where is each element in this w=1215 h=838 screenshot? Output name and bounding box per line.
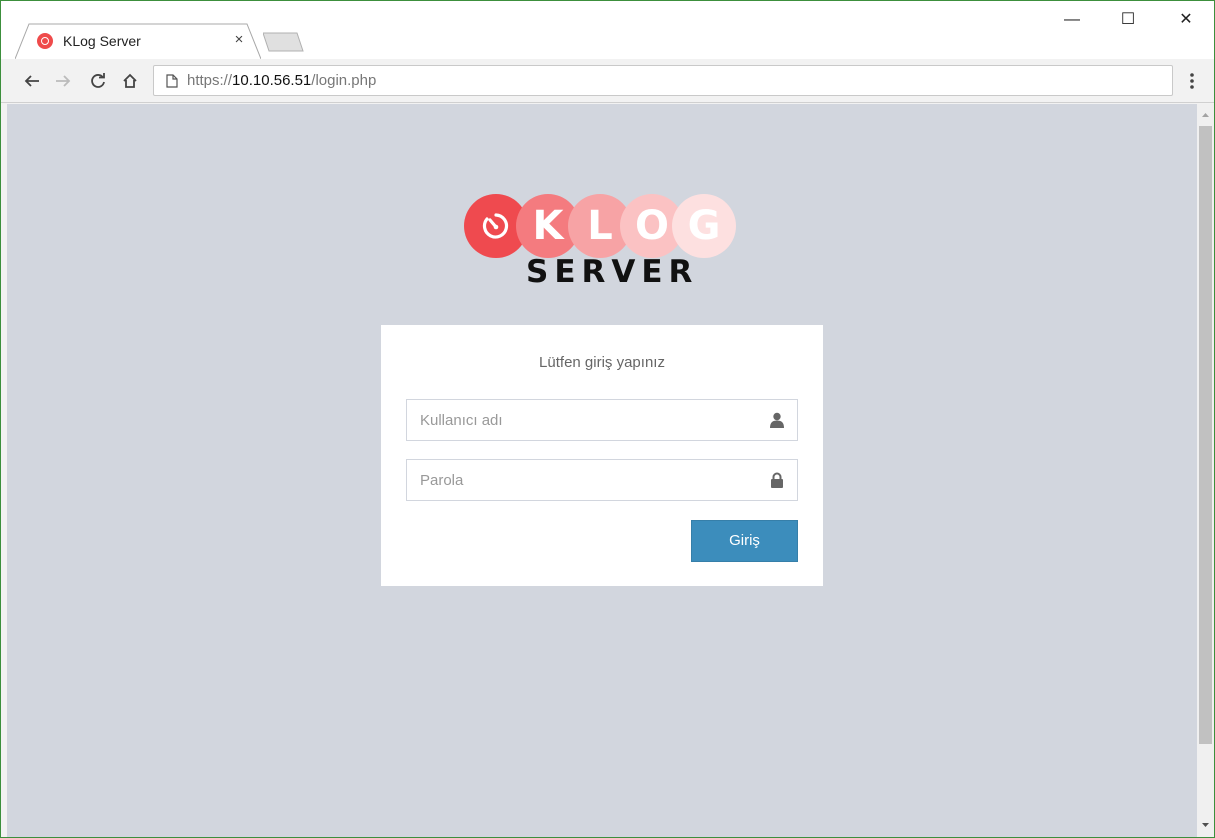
tab-klog-server[interactable]: KLog Server × [15,23,261,59]
forward-arrow-icon [56,75,71,87]
maximize-button[interactable]: ☐ [1113,9,1143,33]
klog-favicon-icon [37,33,53,49]
back-arrow-icon [24,75,39,87]
klog-server-logo: K L O G SERVER [464,194,744,294]
logo-subtitle: SERVER [526,254,699,290]
scroll-down-arrow-icon[interactable] [1201,820,1210,829]
reload-button[interactable] [87,70,109,92]
user-icon [770,412,784,428]
page-info-icon [166,74,178,88]
forward-button[interactable] [52,70,74,92]
close-window-button[interactable]: ✕ [1171,9,1201,33]
home-button[interactable] [119,70,141,92]
login-box: Lütfen giriş yapınız Giriş [381,325,823,586]
password-input[interactable] [407,460,757,500]
back-button[interactable] [21,70,43,92]
url-text: https://10.10.56.51/login.php [187,72,376,89]
url-host: 10.10.56.51 [232,72,312,89]
minimize-button[interactable]: — [1057,9,1087,33]
tab-close-icon[interactable]: × [231,31,247,48]
home-icon [123,73,137,88]
reload-icon [91,73,105,88]
stopwatch-icon [482,213,509,239]
login-button[interactable]: Giriş [691,520,798,562]
lock-icon [771,472,783,488]
username-input[interactable] [407,400,757,440]
browser-menu-icon[interactable] [1184,70,1200,92]
url-path: /login.php [311,72,377,89]
browser-toolbar: https://10.10.56.51/login.php [1,59,1214,103]
browser-window: KLog Server × — ☐ ✕ https://10.10.56.51/… [0,0,1215,838]
vertical-scrollbar[interactable] [1197,104,1214,837]
url-scheme: https:// [187,72,233,89]
new-tab-button[interactable] [263,32,307,52]
tab-strip: KLog Server × — ☐ ✕ [1,1,1214,59]
login-message: Lütfen giriş yapınız [539,354,665,371]
password-field [406,459,798,501]
scrollbar-thumb[interactable] [1199,126,1212,744]
address-bar[interactable]: https://10.10.56.51/login.php [153,65,1173,96]
logo-letter-g: G [672,194,736,258]
username-field [406,399,798,441]
tab-title: KLog Server [63,33,141,49]
scroll-up-arrow-icon[interactable] [1201,111,1210,120]
page-content: K L O G SERVER Lütfen giriş yapınız Kull… [7,104,1197,837]
